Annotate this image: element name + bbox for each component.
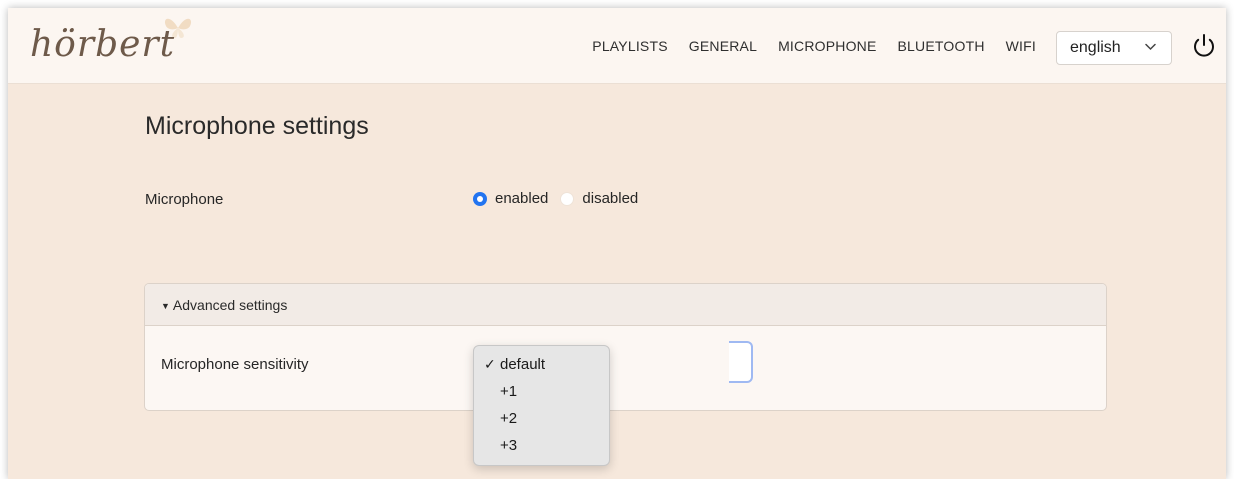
nav-microphone[interactable]: MICROPHONE (778, 38, 876, 54)
app-window: hörbert PLAYLISTS GENERAL MICROPHONE BLU… (8, 8, 1226, 479)
option-label: +1 (500, 383, 518, 400)
logo-text: hörbert (30, 24, 176, 65)
advanced-settings-toggle[interactable]: ▼ Advanced settings (145, 284, 1106, 326)
sensitivity-option-default[interactable]: ✓ default (474, 351, 609, 378)
sensitivity-dropdown-menu: ✓ default +1 +2 +3 (473, 345, 610, 466)
sensitivity-option-plus1[interactable]: +1 (474, 378, 609, 405)
nav-general[interactable]: GENERAL (689, 38, 757, 54)
nav-bluetooth[interactable]: BLUETOOTH (898, 38, 985, 54)
disabled-label: disabled (582, 190, 639, 207)
sensitivity-select[interactable] (729, 341, 753, 383)
nav-playlists[interactable]: PLAYLISTS (592, 38, 667, 54)
microphone-disabled-option[interactable]: disabled (560, 190, 638, 207)
option-label: +3 (500, 437, 518, 454)
checkmark-icon: ✓ (484, 356, 496, 372)
microphone-disabled-radio[interactable] (560, 191, 575, 206)
language-value: english (1070, 39, 1121, 56)
sensitivity-option-plus2[interactable]: +2 (474, 405, 609, 432)
caret-down-icon: ▼ (161, 300, 170, 311)
microphone-radio-group: enabled disabled (473, 190, 650, 207)
power-icon[interactable] (1190, 32, 1218, 60)
option-label: default (500, 356, 546, 373)
advanced-settings-title: Advanced settings (172, 296, 288, 313)
nav-wifi[interactable]: WIFI (1006, 38, 1036, 54)
top-navbar: hörbert PLAYLISTS GENERAL MICROPHONE BLU… (8, 8, 1226, 84)
sensitivity-label: Microphone sensitivity (161, 356, 309, 373)
advanced-settings-panel: ▼ Advanced settings Microphone sensitivi… (144, 283, 1107, 411)
main-nav: PLAYLISTS GENERAL MICROPHONE BLUETOOTH W… (592, 8, 1036, 84)
option-label: +2 (500, 410, 518, 427)
chevron-down-icon (1145, 43, 1156, 51)
microphone-enabled-option[interactable]: enabled (473, 190, 548, 207)
microphone-enabled-radio[interactable] (473, 191, 487, 206)
page-title: Microphone settings (145, 112, 369, 140)
enabled-label: enabled (495, 190, 549, 207)
sensitivity-option-plus3[interactable]: +3 (474, 432, 609, 459)
language-select[interactable]: english (1056, 31, 1172, 65)
microphone-label: Microphone (145, 191, 224, 208)
